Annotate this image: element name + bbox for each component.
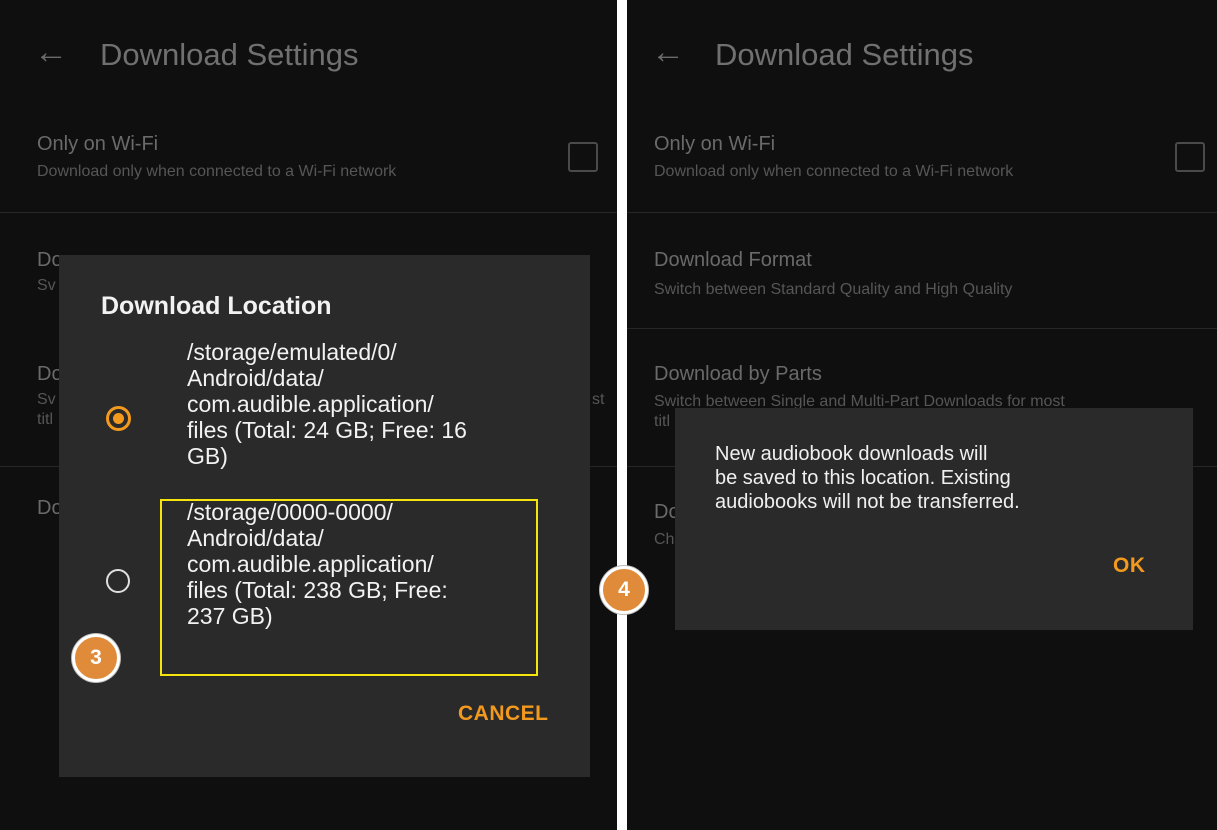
option-label: /storage/0000-0000/ Android/data/ com.au… (187, 499, 448, 629)
setting-subtitle-line2: titl (654, 413, 670, 430)
dialog-message: New audiobook downloads will be saved to… (715, 443, 1020, 513)
screens-divider (617, 0, 627, 830)
setting-subtitle: Download only when connected to a Wi-Fi … (654, 163, 1014, 180)
dialog-title: Download Location (101, 292, 332, 320)
setting-subtitle: Download only when connected to a Wi-Fi … (37, 163, 397, 180)
setting-subtitle: Ch (654, 531, 675, 548)
app-bar: ← Download Settings (627, 0, 1217, 110)
page-title: Download Settings (100, 37, 359, 72)
radio-unselected-icon[interactable] (106, 569, 130, 593)
setting-download-format[interactable]: Download Format Switch between Standard … (627, 248, 1217, 318)
setting-only-wifi[interactable]: Only on Wi-Fi Download only when connect… (0, 128, 617, 208)
right-screen: ← Download Settings Only on Wi-Fi Downlo… (627, 0, 1217, 830)
radio-selected-icon[interactable] (106, 406, 131, 431)
ok-button[interactable]: OK (1113, 554, 1146, 578)
wifi-checkbox[interactable] (1175, 142, 1205, 172)
app-bar: ← Download Settings (0, 0, 617, 110)
wifi-checkbox[interactable] (568, 142, 598, 172)
option-label: /storage/emulated/0/ Android/data/ com.a… (187, 339, 467, 469)
page-title: Download Settings (715, 37, 974, 72)
step-badge-4: 4 (600, 566, 648, 614)
setting-only-wifi[interactable]: Only on Wi-Fi Download only when connect… (627, 128, 1217, 208)
setting-title: Download Format (654, 249, 812, 271)
setting-subtitle-line2: titl (37, 411, 53, 428)
step-badge-3: 3 (72, 634, 120, 682)
setting-title: Download by Parts (654, 363, 822, 385)
setting-subtitle: Switch between Standard Quality and High… (654, 281, 1013, 298)
download-location-dialog: Download Location /storage/emulated/0/ A… (59, 255, 590, 777)
left-screen: ← Download Settings Only on Wi-Fi Downlo… (0, 0, 617, 830)
back-arrow-icon[interactable]: ← (651, 32, 685, 72)
setting-subtitle-fragment: st (592, 391, 605, 408)
divider (627, 328, 1217, 329)
divider (0, 212, 617, 213)
back-arrow-icon[interactable]: ← (34, 32, 68, 72)
cancel-button[interactable]: CANCEL (458, 702, 549, 726)
setting-subtitle: Sv (37, 277, 56, 294)
confirmation-dialog: New audiobook downloads will be saved to… (675, 408, 1193, 630)
setting-title: Only on Wi-Fi (37, 133, 159, 155)
setting-subtitle: Sv (37, 391, 56, 408)
setting-title: Only on Wi-Fi (654, 133, 776, 155)
divider (627, 212, 1217, 213)
